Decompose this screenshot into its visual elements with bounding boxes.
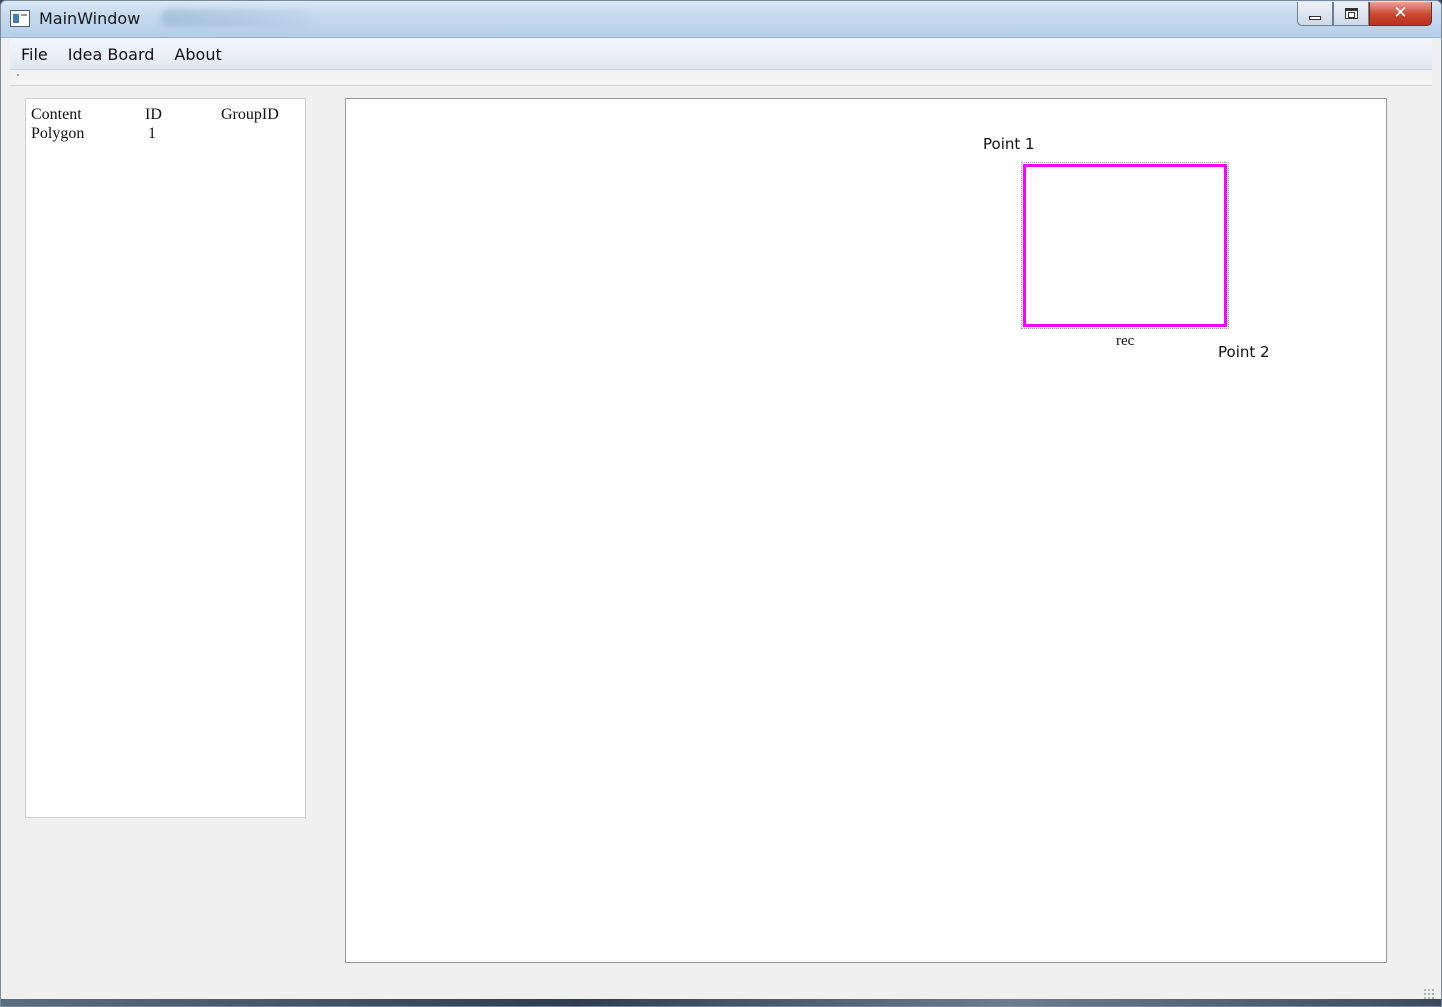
toolbar [10, 70, 1432, 86]
window-title: MainWindow [39, 9, 141, 28]
title-bar[interactable]: MainWindow ✕ [1, 1, 1441, 38]
central-widget: Content ID GroupID Polygon 1 Point 1 rec… [10, 87, 1432, 1001]
idea-board-canvas[interactable]: Point 1 rec Point 2 [345, 98, 1387, 963]
minimize-icon [1309, 15, 1321, 20]
header-group-id[interactable]: GroupID [221, 106, 279, 124]
maximize-button[interactable] [1333, 2, 1369, 26]
list-item-content: Polygon [31, 125, 85, 142]
item-list[interactable]: Content ID GroupID Polygon 1 [25, 98, 306, 818]
point1-label: Point 1 [983, 135, 1035, 153]
minimize-button[interactable] [1297, 2, 1333, 26]
main-window: MainWindow ✕ File Idea Board About Conte… [0, 0, 1442, 1007]
list-header: Content ID GroupID [31, 106, 301, 125]
maximize-icon [1344, 8, 1358, 19]
toolbar-grip-handle[interactable] [17, 74, 19, 76]
desktop-taskbar-edge [1, 999, 1441, 1006]
header-id[interactable]: ID [145, 106, 162, 124]
point2-label: Point 2 [1218, 343, 1270, 361]
list-item[interactable]: Polygon 1 [31, 125, 301, 144]
app-icon[interactable] [10, 10, 30, 27]
menu-file[interactable]: File [10, 45, 58, 64]
list-item-id: 1 [148, 125, 156, 142]
menu-idea-board[interactable]: Idea Board [58, 45, 165, 64]
close-button[interactable]: ✕ [1369, 2, 1432, 26]
menu-bar: File Idea Board About [10, 39, 1432, 70]
close-icon: ✕ [1393, 3, 1408, 23]
rectangle-label: rec [1116, 333, 1135, 349]
rectangle-shape[interactable] [1021, 162, 1229, 329]
menu-about[interactable]: About [164, 45, 231, 64]
header-content[interactable]: Content [31, 106, 82, 124]
title-blur [161, 9, 311, 27]
